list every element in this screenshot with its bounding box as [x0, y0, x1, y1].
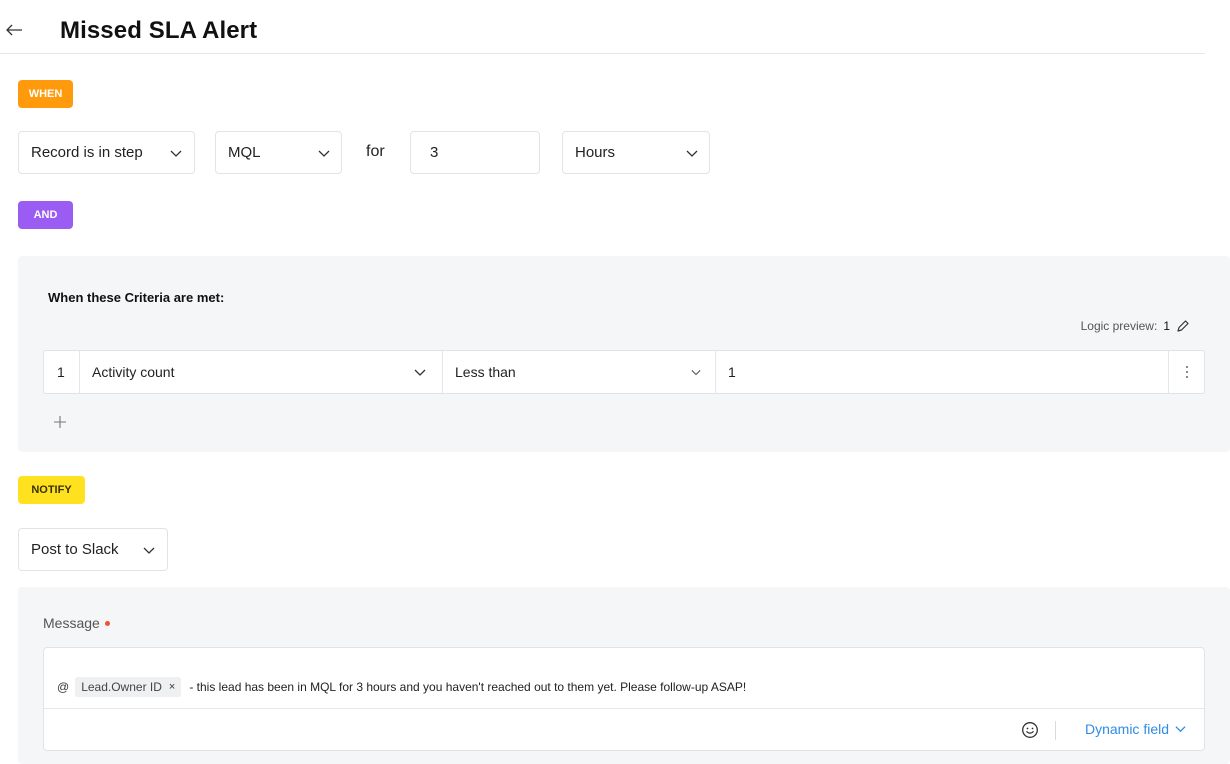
message-editor[interactable]: @ Lead.Owner ID × - this lead has been i… — [43, 647, 1205, 751]
step-condition-label: Record is in step — [31, 144, 143, 161]
logic-preview: Logic preview: 1 — [1081, 319, 1190, 333]
mention-chip-label: Lead.Owner ID — [81, 680, 162, 694]
chevron-down-icon — [414, 366, 426, 378]
emoji-icon[interactable] — [1021, 721, 1039, 739]
for-label: for — [366, 143, 385, 160]
dynamic-field-button[interactable]: Dynamic field — [1085, 721, 1186, 737]
criteria-operator-label: Less than — [455, 364, 516, 380]
message-label-text: Message — [43, 615, 100, 631]
message-label: Message — [43, 615, 110, 631]
page-title: Missed SLA Alert — [60, 17, 258, 44]
chevron-down-icon — [686, 147, 698, 159]
criteria-value-label: 1 — [728, 364, 736, 380]
dynamic-field-label: Dynamic field — [1084, 721, 1169, 737]
criteria-field-label: Activity count — [92, 364, 175, 380]
message-content[interactable]: @ Lead.Owner ID × - this lead has been i… — [57, 677, 746, 697]
plus-icon[interactable] — [53, 415, 67, 429]
logic-preview-value: 1 — [1163, 319, 1170, 333]
criteria-index: 1 — [44, 351, 80, 393]
notify-channel-select[interactable]: Post to Slack — [18, 528, 168, 571]
chevron-down-icon — [170, 147, 182, 159]
criteria-row: 1 Activity count Less than 1 — [43, 350, 1205, 394]
notify-channel-label: Post to Slack — [31, 541, 119, 558]
step-condition-select[interactable]: Record is in step — [18, 131, 195, 174]
close-icon[interactable]: × — [169, 681, 175, 693]
when-badge: WHEN — [18, 80, 73, 108]
back-arrow-icon[interactable] — [4, 20, 24, 40]
stage-select[interactable]: MQL — [215, 131, 342, 174]
mention-at: @ — [57, 680, 70, 694]
chevron-down-icon — [143, 544, 155, 556]
and-badge: AND — [18, 201, 73, 229]
chevron-down-icon — [318, 147, 330, 159]
mention-chip[interactable]: Lead.Owner ID × — [75, 677, 182, 697]
criteria-index-label: 1 — [57, 364, 65, 380]
pencil-icon[interactable] — [1176, 319, 1190, 333]
criteria-field-select[interactable]: Activity count — [80, 351, 443, 393]
page-header: Missed SLA Alert — [0, 0, 1205, 54]
stage-label: MQL — [228, 144, 261, 161]
criteria-value-input[interactable]: 1 — [716, 351, 1168, 393]
time-unit-select[interactable]: Hours — [562, 131, 710, 174]
toolbar-divider — [1055, 721, 1056, 740]
message-panel: Message @ Lead.Owner ID × - this lead ha… — [18, 587, 1230, 764]
chevron-down-icon — [1175, 721, 1186, 737]
message-text: - this lead has been in MQL for 3 hours … — [189, 680, 747, 694]
criteria-operator-select[interactable]: Less than — [443, 351, 716, 393]
kebab-menu-icon[interactable] — [1168, 351, 1204, 393]
logic-preview-label: Logic preview: — [1080, 319, 1158, 333]
time-unit-label: Hours — [575, 144, 616, 161]
duration-input[interactable]: 3 — [410, 131, 540, 174]
notify-badge: NOTIFY — [18, 476, 85, 504]
required-indicator — [104, 620, 110, 626]
message-toolbar: Dynamic field — [44, 708, 1204, 751]
chevron-down-icon — [691, 367, 703, 379]
criteria-panel: When these Criteria are met: Logic previ… — [18, 256, 1230, 452]
criteria-title: When these Criteria are met: — [48, 290, 225, 305]
